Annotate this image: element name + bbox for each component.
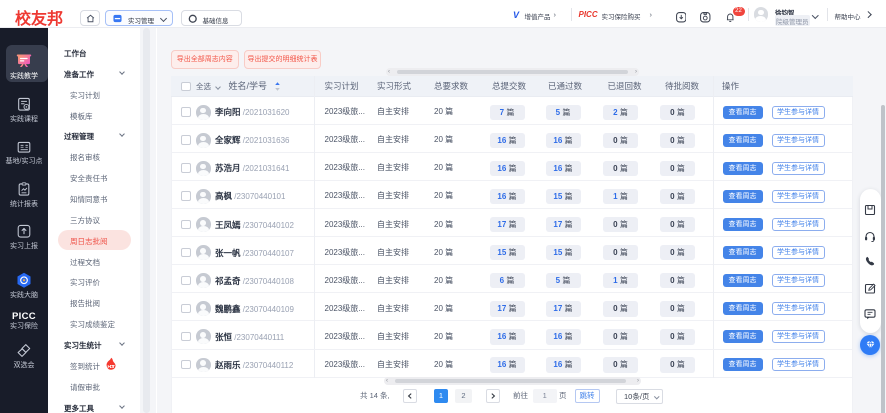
svg-text:HOT: HOT (108, 364, 116, 370)
